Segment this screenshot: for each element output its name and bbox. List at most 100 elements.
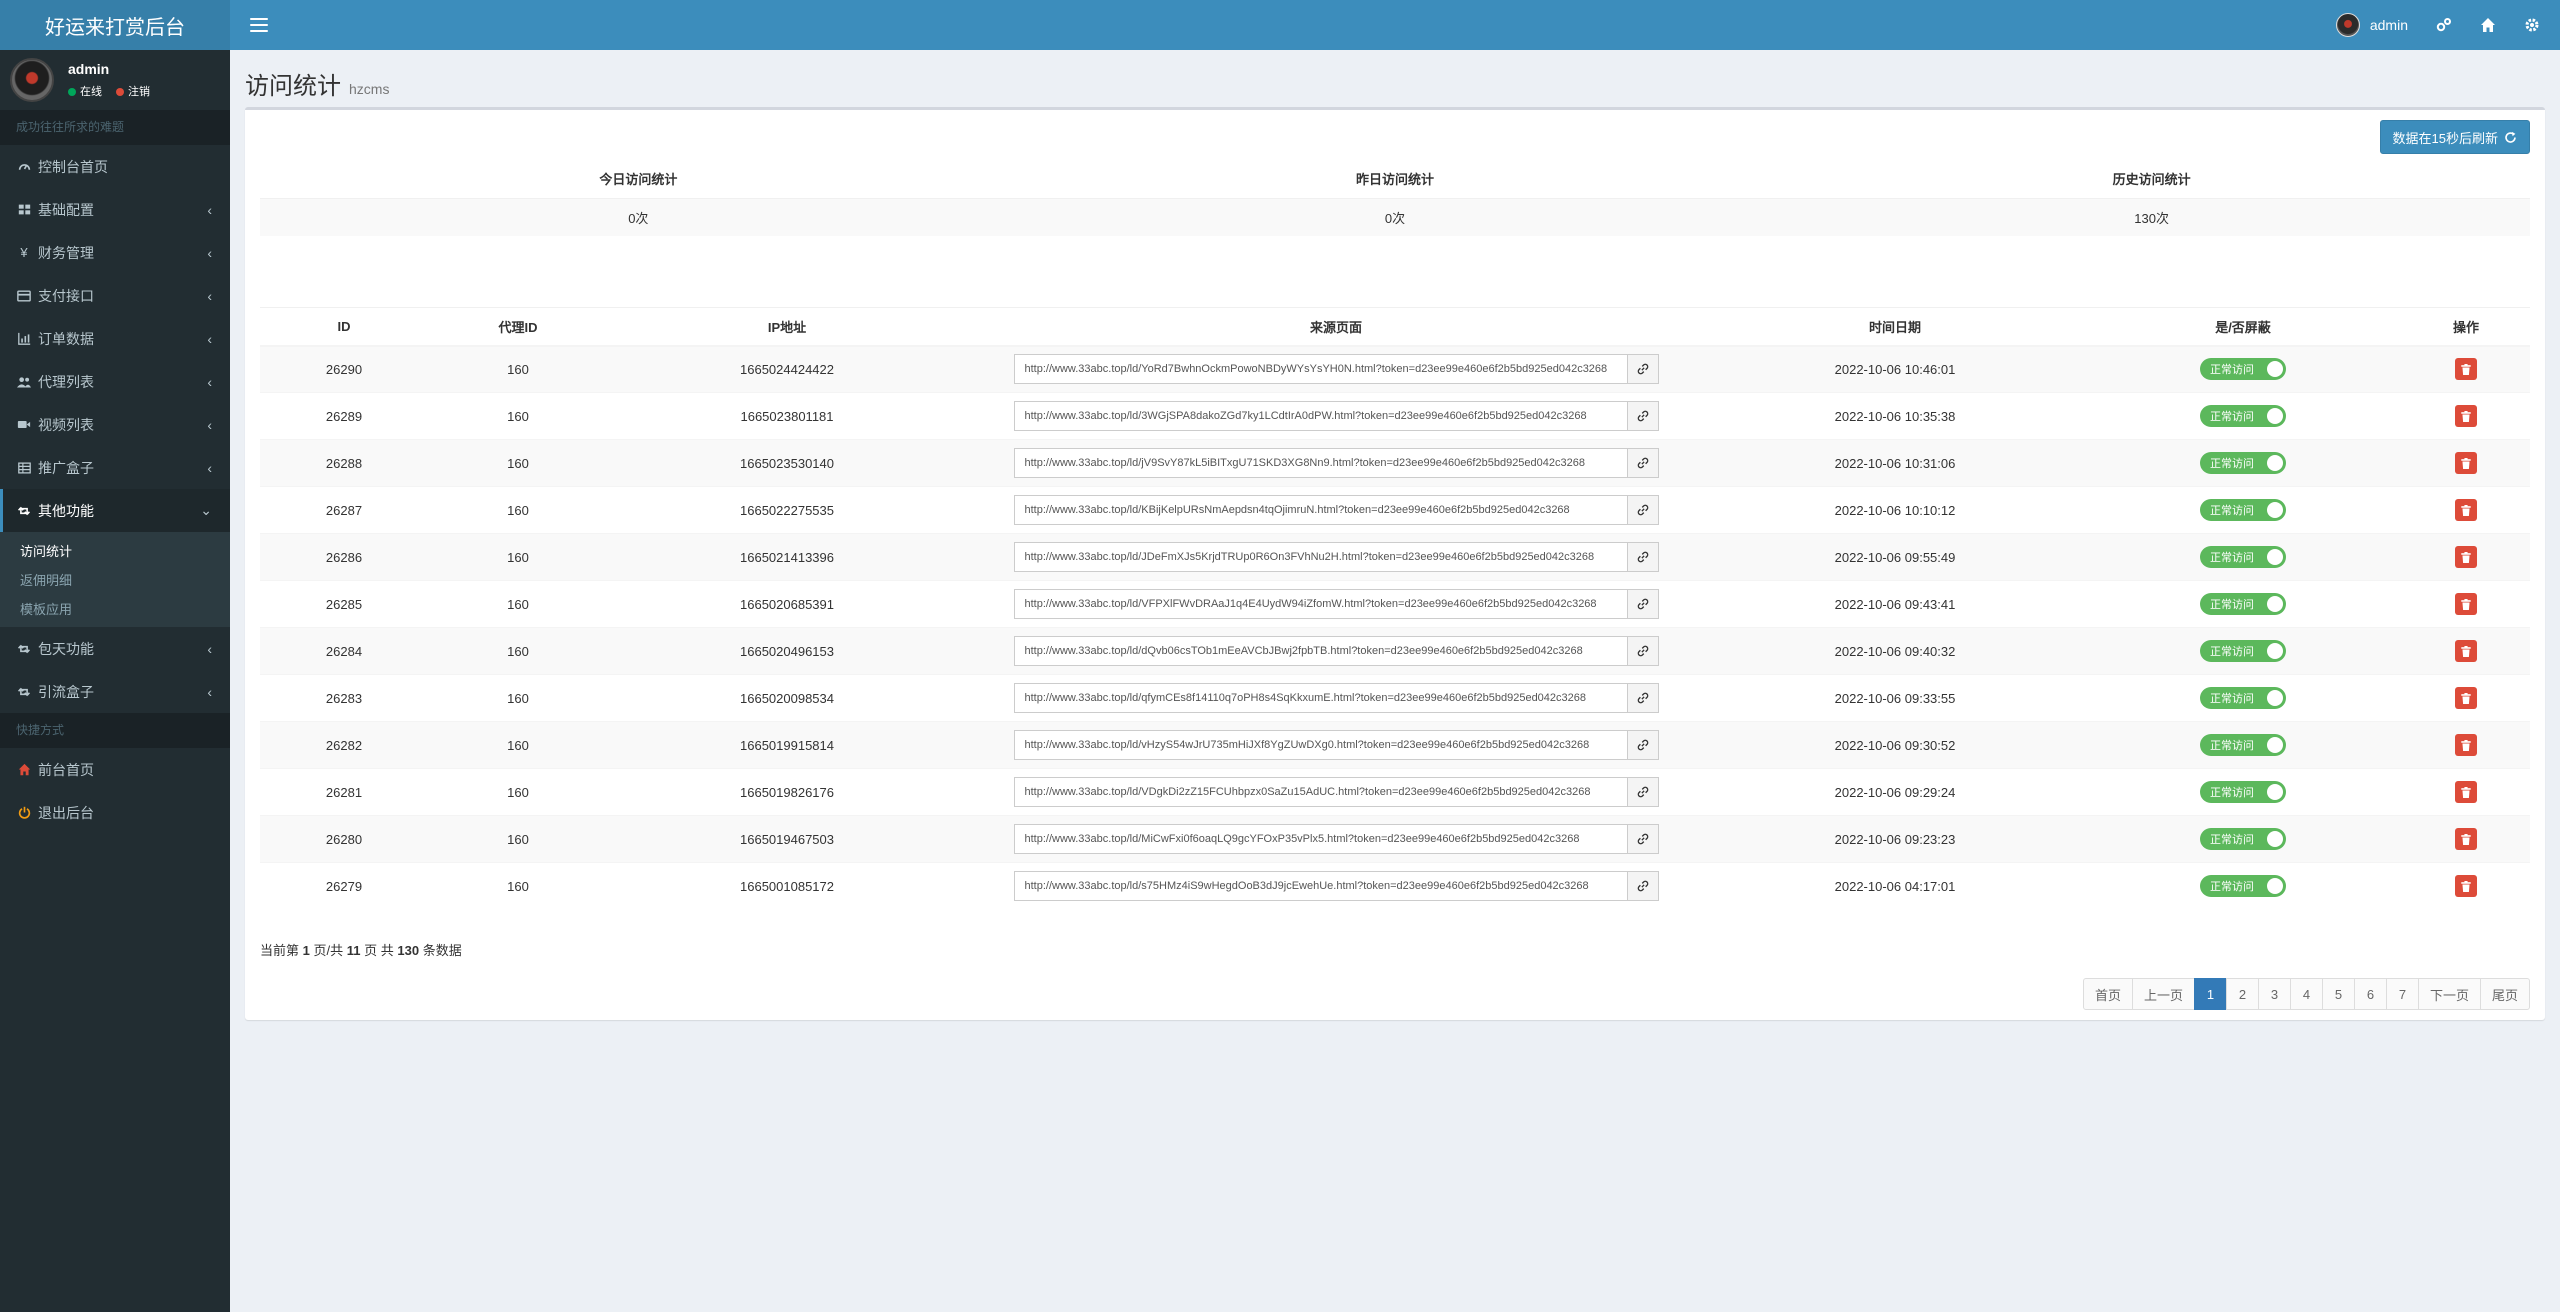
sidebar-item-main-1[interactable]: 基础配置 ‹ — [0, 188, 230, 231]
cell-ip: 1665020496153 — [608, 627, 966, 675]
delete-button[interactable] — [2455, 640, 2477, 662]
delete-button[interactable] — [2455, 452, 2477, 474]
delete-button[interactable] — [2455, 546, 2477, 568]
sidebar-item-main-3[interactable]: 支付接口 ‹ — [0, 274, 230, 317]
page-link-10[interactable]: 尾页 — [2479, 978, 2530, 1010]
sidebar-toggle-icon[interactable] — [250, 18, 268, 32]
submenu-item-2[interactable]: 模板应用 — [0, 594, 230, 623]
block-toggle[interactable]: 正常访问 — [2200, 781, 2286, 803]
refresh-button[interactable]: 数据在15秒后刷新 — [2379, 120, 2530, 154]
page-link-9[interactable]: 下一页 — [2417, 978, 2481, 1010]
stat-header-today: 今日访问统计 — [260, 160, 1017, 199]
toggle-label: 正常访问 — [2210, 881, 2254, 894]
source-url-input[interactable] — [1013, 401, 1627, 431]
page-link-5[interactable]: 4 — [2289, 978, 2323, 1010]
page-link-0[interactable]: 首页 — [2082, 978, 2133, 1010]
delete-button[interactable] — [2455, 828, 2477, 850]
delete-button[interactable] — [2455, 499, 2477, 521]
block-toggle[interactable]: 正常访问 — [2200, 875, 2286, 898]
cell-ip: 1665022275535 — [608, 486, 966, 534]
cell-agent-id: 160 — [428, 392, 608, 440]
source-url-input[interactable] — [1013, 683, 1627, 713]
block-toggle[interactable]: 正常访问 — [2200, 828, 2286, 850]
url-input-group — [1013, 824, 1659, 854]
link-icon[interactable] — [1626, 448, 1659, 478]
delete-button[interactable] — [2455, 687, 2477, 709]
page-link-6[interactable]: 5 — [2321, 978, 2355, 1010]
page-link-3[interactable]: 2 — [2225, 978, 2259, 1010]
delete-button[interactable] — [2455, 734, 2477, 756]
block-toggle[interactable]: 正常访问 — [2200, 593, 2286, 615]
sidebar-item-main-7[interactable]: 推广盒子 ‹ — [0, 446, 230, 489]
submenu-item-1[interactable]: 返佣明细 — [0, 565, 230, 594]
sidebar-item-main-6[interactable]: 视频列表 ‹ — [0, 403, 230, 446]
delete-button[interactable] — [2455, 358, 2477, 381]
source-url-input[interactable] — [1013, 448, 1627, 478]
delete-button[interactable] — [2455, 781, 2477, 803]
page-link-7[interactable]: 6 — [2353, 978, 2387, 1010]
link-icon[interactable] — [1626, 401, 1659, 431]
nav-user-menu[interactable]: admin — [2335, 13, 2408, 37]
sidebar-item-shortcut-1[interactable]: 退出后台 — [0, 791, 230, 834]
content-header: 访问统计 hzcms — [230, 50, 2560, 108]
page-link-1[interactable]: 上一页 — [2131, 978, 2195, 1010]
sidebar-item-main-5[interactable]: 代理列表 ‹ — [0, 360, 230, 403]
link-icon[interactable] — [1626, 777, 1659, 807]
pagination: 首页 上一页 1 2 3 4 5 6 7 下一页 尾页 — [2082, 978, 2530, 1010]
block-toggle[interactable]: 正常访问 — [2200, 405, 2286, 427]
toggle-label: 正常访问 — [2210, 740, 2254, 752]
sidebar-item-after-0[interactable]: 包天功能 ‹ — [0, 627, 230, 670]
delete-button[interactable] — [2455, 593, 2477, 615]
sidebar-item-after-1[interactable]: 引流盒子 ‹ — [0, 670, 230, 713]
source-url-input[interactable] — [1013, 730, 1627, 760]
block-toggle[interactable]: 正常访问 — [2200, 358, 2286, 381]
home-icon[interactable] — [2480, 17, 2496, 33]
link-icon[interactable] — [1626, 542, 1659, 572]
source-url-input[interactable] — [1013, 589, 1627, 619]
block-toggle[interactable]: 正常访问 — [2200, 546, 2286, 568]
sidebar-item-label: 引流盒子 — [38, 683, 94, 700]
table-row: 262841601665020496153 2022-10-06 09:40:32… — [260, 627, 2530, 675]
block-toggle[interactable]: 正常访问 — [2200, 734, 2286, 756]
link-icon[interactable] — [1626, 636, 1659, 666]
sidebar-item-main-0[interactable]: 控制台首页 — [0, 145, 230, 188]
source-url-input[interactable] — [1013, 824, 1627, 854]
toggle-label: 正常访问 — [2210, 646, 2254, 658]
block-toggle[interactable]: 正常访问 — [2200, 640, 2286, 662]
sidebar-item-main-2[interactable]: ¥ 财务管理 ‹ — [0, 231, 230, 274]
source-url-input[interactable] — [1013, 495, 1627, 525]
block-toggle[interactable]: 正常访问 — [2200, 452, 2286, 474]
link-icon[interactable] — [1626, 495, 1659, 525]
delete-button[interactable] — [2455, 405, 2477, 427]
delete-button[interactable] — [2455, 875, 2477, 898]
brand-logo[interactable]: 好运来打赏后台 — [0, 0, 230, 50]
page-link-2[interactable]: 1 — [2193, 978, 2227, 1010]
submenu-item-0[interactable]: 访问统计 — [0, 536, 230, 565]
gear-icon[interactable] — [2524, 17, 2540, 33]
logout-link[interactable]: 注销 — [116, 83, 150, 99]
link-icon[interactable] — [1626, 354, 1659, 385]
source-url-input[interactable] — [1013, 636, 1627, 666]
link-icon[interactable] — [1626, 871, 1659, 902]
page-link-4[interactable]: 3 — [2257, 978, 2291, 1010]
source-url-input[interactable] — [1013, 871, 1627, 902]
table-row: 262861601665021413396 2022-10-06 09:55:49… — [260, 533, 2530, 581]
link-icon[interactable] — [1626, 730, 1659, 760]
toggle-knob — [2267, 878, 2283, 895]
link-icon[interactable] — [1626, 683, 1659, 713]
sidebar-item-main-8[interactable]: 其他功能 ⌄ — [0, 489, 230, 532]
link-icon[interactable] — [1626, 589, 1659, 619]
block-toggle[interactable]: 正常访问 — [2200, 687, 2286, 709]
sidebar-item-shortcut-0[interactable]: 前台首页 — [0, 748, 230, 791]
url-input-group — [1013, 354, 1659, 385]
source-url-input[interactable] — [1013, 354, 1627, 385]
link-icon[interactable] — [1626, 824, 1659, 854]
sidebar-item-main-4[interactable]: 订单数据 ‹ — [0, 317, 230, 360]
source-url-input[interactable] — [1013, 542, 1627, 572]
page-link-8[interactable]: 7 — [2385, 978, 2419, 1010]
block-toggle[interactable]: 正常访问 — [2200, 499, 2286, 521]
url-input-group — [1013, 871, 1659, 902]
toggle-knob — [2267, 596, 2283, 612]
gears-icon[interactable] — [2436, 17, 2452, 33]
source-url-input[interactable] — [1013, 777, 1627, 807]
